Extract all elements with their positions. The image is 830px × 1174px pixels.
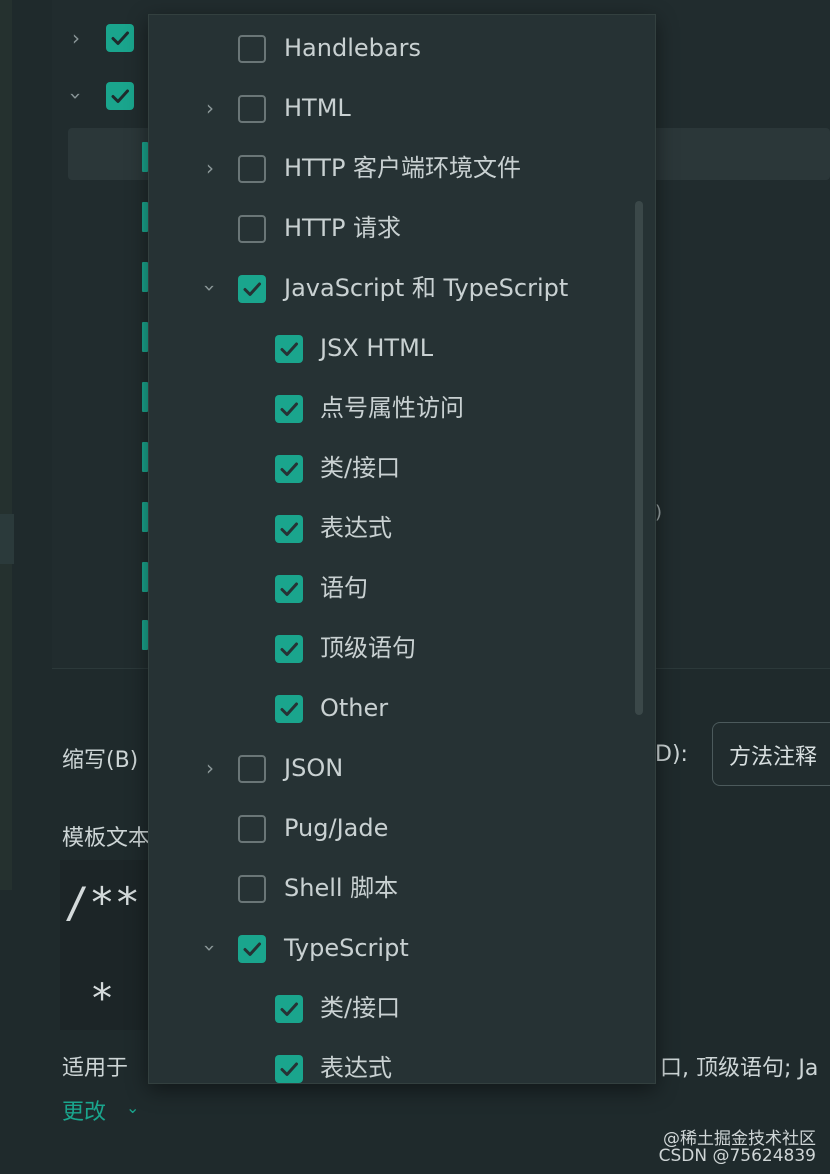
abbreviation-label: 缩写(B) bbox=[62, 748, 139, 773]
chevron-right-icon[interactable]: › bbox=[199, 754, 221, 782]
chevron-down-icon[interactable]: › bbox=[196, 937, 224, 959]
dropdown-item-label: 类/接口 bbox=[320, 994, 401, 1022]
checkbox-checked[interactable] bbox=[275, 395, 303, 423]
chevron-down-icon[interactable]: › bbox=[196, 277, 224, 299]
dropdown-item[interactable]: 语句 bbox=[149, 558, 639, 618]
checkbox-unchecked[interactable] bbox=[238, 215, 266, 243]
checkbox-checked[interactable] bbox=[238, 275, 266, 303]
checkbox-checked[interactable] bbox=[275, 695, 303, 723]
dropdown-item-label: 语句 bbox=[320, 574, 368, 602]
description-value: 方法注释 bbox=[729, 745, 818, 770]
dropdown-item[interactable]: 表达式 bbox=[149, 1038, 639, 1083]
code-line: * bbox=[90, 976, 115, 1022]
dropdown-item[interactable]: Shell 脚本 bbox=[149, 858, 639, 918]
left-splitter[interactable] bbox=[0, 0, 12, 890]
checkbox-unchecked[interactable] bbox=[238, 35, 266, 63]
dropdown-item[interactable]: JSX HTML bbox=[149, 318, 639, 378]
checkbox-checked[interactable] bbox=[275, 575, 303, 603]
checkbox-checked[interactable] bbox=[106, 24, 134, 52]
check-icon bbox=[280, 642, 298, 656]
checkbox-unchecked[interactable] bbox=[238, 875, 266, 903]
dropdown-item-label: HTML bbox=[284, 94, 351, 122]
checkbox-checked[interactable] bbox=[275, 515, 303, 543]
dropdown-item[interactable]: 类/接口 bbox=[149, 978, 639, 1038]
tree-group-row[interactable]: › bbox=[62, 76, 152, 116]
dropdown-item[interactable]: Other bbox=[149, 678, 639, 738]
dropdown-item-label: JSX HTML bbox=[320, 334, 434, 362]
dropdown-item[interactable]: HTTP 请求 bbox=[149, 198, 639, 258]
check-icon bbox=[280, 462, 298, 476]
dropdown-item-label: Pug/Jade bbox=[284, 814, 389, 842]
dropdown-item-label: Other bbox=[320, 694, 389, 722]
checkbox-checked[interactable] bbox=[275, 995, 303, 1023]
chevron-right-icon[interactable]: › bbox=[66, 26, 86, 50]
dropdown-item[interactable]: 点号属性访问 bbox=[149, 378, 639, 438]
dropdown-item[interactable]: › JSON bbox=[149, 738, 639, 798]
watermark-line2: CSDN @75624839 bbox=[658, 1146, 816, 1166]
dropdown-item-label: 类/接口 bbox=[320, 454, 401, 482]
check-icon bbox=[280, 1062, 298, 1076]
checkbox-checked[interactable] bbox=[275, 635, 303, 663]
template-editor[interactable]: /** * bbox=[60, 860, 160, 1030]
chevron-down-icon[interactable]: ⌄ bbox=[126, 1098, 139, 1117]
check-icon bbox=[280, 702, 298, 716]
check-icon bbox=[280, 582, 298, 596]
applicable-contexts: 口, 顶级语句; Ja bbox=[660, 1056, 819, 1081]
left-splitter-handle[interactable] bbox=[0, 514, 14, 564]
check-icon bbox=[280, 1002, 298, 1016]
description-field[interactable]: 方法注释 bbox=[712, 722, 830, 786]
dropdown-item[interactable]: Pug/Jade bbox=[149, 798, 639, 858]
dropdown-item-label: Handlebars bbox=[284, 34, 421, 62]
dropdown-item[interactable]: 类/接口 bbox=[149, 438, 639, 498]
dropdown-item[interactable]: › TypeScript bbox=[149, 918, 639, 978]
dropdown-item-label: HTTP 客户端环境文件 bbox=[284, 154, 522, 182]
check-icon bbox=[111, 31, 129, 45]
dropdown-item-label: 顶级语句 bbox=[320, 634, 416, 662]
checkbox-checked[interactable] bbox=[238, 935, 266, 963]
checkbox-unchecked[interactable] bbox=[238, 155, 266, 183]
tree-group-row[interactable]: › bbox=[62, 18, 152, 58]
checkbox-checked[interactable] bbox=[275, 455, 303, 483]
dropdown-item-label: JavaScript 和 TypeScript bbox=[284, 274, 569, 302]
applicable-label: 适用于 bbox=[62, 1056, 129, 1081]
dropdown-item-label: HTTP 请求 bbox=[284, 214, 402, 242]
checkbox-unchecked[interactable] bbox=[238, 815, 266, 843]
dropdown-item[interactable]: 顶级语句 bbox=[149, 618, 639, 678]
dropdown-item[interactable]: › JavaScript 和 TypeScript bbox=[149, 258, 639, 318]
dropdown-item-label: 表达式 bbox=[320, 514, 392, 542]
change-link[interactable]: 更改 bbox=[62, 1094, 106, 1126]
description-label: D): bbox=[655, 742, 688, 767]
dropdown-item-label: 表达式 bbox=[320, 1054, 392, 1082]
check-icon bbox=[280, 522, 298, 536]
check-icon bbox=[280, 342, 298, 356]
settings-window: › › ) 缩写(B) D): 方法注释 模板文本 /** * 适用于 口, 顶… bbox=[0, 0, 830, 1174]
dropdown-item[interactable]: Handlebars bbox=[149, 18, 639, 78]
check-icon bbox=[111, 89, 129, 103]
chevron-right-icon[interactable]: › bbox=[199, 94, 221, 122]
context-dropdown-popup: Handlebars › HTML › HTTP 客户端环境文件 HTTP 请求 › Java… bbox=[148, 14, 656, 1084]
dropdown-item[interactable]: 表达式 bbox=[149, 498, 639, 558]
checkbox-checked[interactable] bbox=[275, 335, 303, 363]
checkbox-checked[interactable] bbox=[275, 1055, 303, 1083]
dropdown-item-label: TypeScript bbox=[284, 934, 409, 962]
dropdown-item[interactable]: › HTML bbox=[149, 78, 639, 138]
checkbox-unchecked[interactable] bbox=[238, 95, 266, 123]
template-text-label: 模板文本 bbox=[62, 826, 151, 851]
dropdown-item[interactable]: › HTTP 客户端环境文件 bbox=[149, 138, 639, 198]
dropdown-item-label: 点号属性访问 bbox=[320, 394, 464, 422]
chevron-down-icon[interactable]: › bbox=[64, 86, 88, 106]
chevron-right-icon[interactable]: › bbox=[199, 154, 221, 182]
checkbox-checked[interactable] bbox=[106, 82, 134, 110]
checkbox-unchecked[interactable] bbox=[238, 755, 266, 783]
code-line: /** bbox=[64, 878, 140, 927]
check-icon bbox=[280, 402, 298, 416]
dropdown-item-label: JSON bbox=[284, 754, 344, 782]
stray-mark: ) bbox=[655, 502, 663, 523]
check-icon bbox=[243, 282, 261, 296]
dropdown-item-label: Shell 脚本 bbox=[284, 874, 399, 902]
check-icon bbox=[243, 942, 261, 956]
